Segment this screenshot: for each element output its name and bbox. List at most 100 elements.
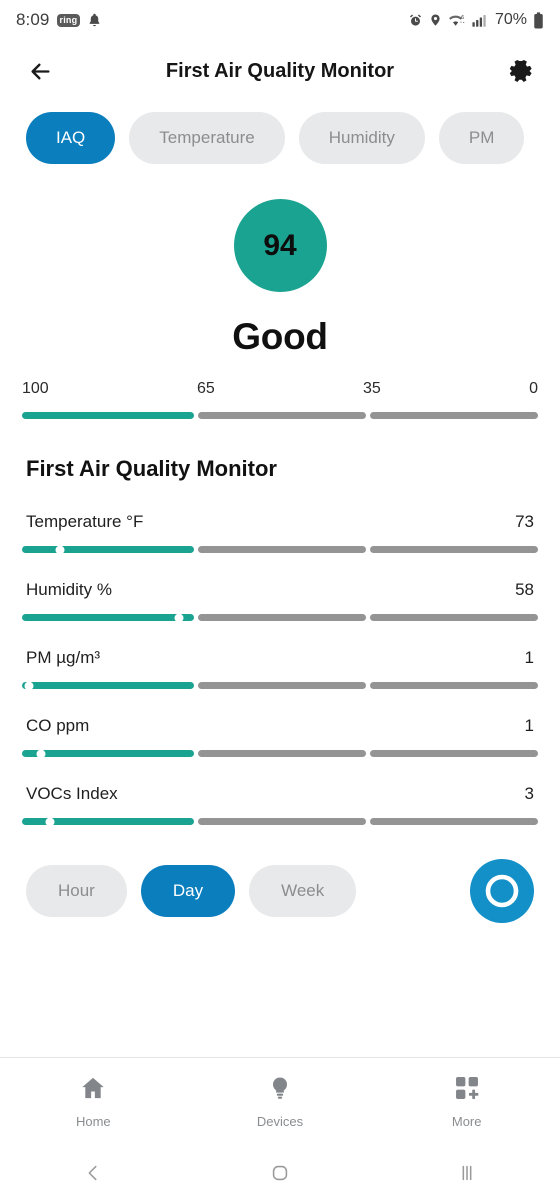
app-bar: First Air Quality Monitor <box>0 40 560 102</box>
score-circle: 94 <box>233 199 327 292</box>
metric-label: Temperature °F <box>26 512 144 531</box>
metric-marker-dot <box>55 545 65 554</box>
nav-label: Devices <box>256 1114 304 1129</box>
bottom-navigation: Home Devices More <box>0 1057 560 1145</box>
metric-value: 58 <box>515 580 534 599</box>
metric-marker-dot <box>36 749 46 758</box>
scale-segment-poor <box>370 412 538 419</box>
metric-track <box>22 545 538 554</box>
iaq-scale: 100 65 35 0 <box>0 380 560 419</box>
status-bar: 8:09 ring 6 70% <box>0 0 560 40</box>
metric-segment-1 <box>22 613 194 622</box>
cellular-signal-icon <box>472 13 488 28</box>
nav-label: Home <box>75 1114 111 1129</box>
back-arrow-icon[interactable] <box>22 53 58 89</box>
scale-segment-good <box>22 412 194 419</box>
metric-segment-1 <box>22 817 194 826</box>
system-recents-icon[interactable] <box>373 1162 560 1184</box>
metric-value: 3 <box>524 784 534 803</box>
metric-row-vocs: VOCs Index 3 <box>22 784 538 826</box>
metric-segment-1 <box>22 749 194 758</box>
metric-marker-dot <box>45 817 55 826</box>
lightbulb-icon <box>266 1074 294 1107</box>
notification-bell-icon <box>87 12 102 28</box>
home-icon <box>79 1074 107 1107</box>
metric-value: 1 <box>524 648 534 667</box>
gear-icon[interactable] <box>502 53 538 89</box>
assistant-bubble-icon[interactable] <box>470 859 534 923</box>
scale-label-2: 35 <box>363 380 381 397</box>
scale-segment-moderate <box>198 412 366 419</box>
metric-segment-2 <box>198 546 366 553</box>
grid-plus-icon <box>453 1074 481 1107</box>
metric-track <box>22 749 538 758</box>
metric-head: Temperature °F 73 <box>22 512 538 532</box>
metric-track <box>22 681 538 690</box>
metric-segment-2 <box>198 614 366 621</box>
metric-segment-3 <box>370 614 538 621</box>
range-button-week[interactable]: Week <box>249 865 357 917</box>
metric-track <box>22 613 538 622</box>
metric-row-temperature: Temperature °F 73 <box>22 512 538 554</box>
metric-track <box>22 817 538 826</box>
nav-item-home[interactable]: Home <box>0 1074 187 1129</box>
scale-label-0: 100 <box>22 380 49 397</box>
alarm-clock-icon <box>408 13 423 28</box>
scale-label-1: 65 <box>196 380 215 397</box>
scale-track <box>22 412 538 419</box>
status-time: 8:09 <box>16 10 50 29</box>
metric-value: 73 <box>515 512 534 531</box>
svg-text:6: 6 <box>461 15 464 21</box>
location-pin-icon <box>429 12 442 28</box>
metric-head: Humidity % 58 <box>22 580 538 600</box>
device-section-title: First Air Quality Monitor <box>26 456 277 481</box>
time-range-selector: Hour Day Week <box>0 859 560 923</box>
metric-marker-dot <box>174 613 184 622</box>
metric-segment-2 <box>198 750 366 757</box>
page-title: First Air Quality Monitor <box>165 59 395 82</box>
tab-pm[interactable]: PM <box>438 112 525 164</box>
metric-list: Temperature °F 73 Humidity % 58 PM µg/m³… <box>0 512 560 826</box>
nav-item-devices[interactable]: Devices <box>187 1074 374 1129</box>
range-button-hour[interactable]: Hour <box>26 865 127 917</box>
metric-row-humidity: Humidity % 58 <box>22 580 538 622</box>
air-quality-score: 94 <box>0 199 560 292</box>
range-button-day[interactable]: Day <box>140 865 236 917</box>
metric-head: PM µg/m³ 1 <box>22 648 538 668</box>
scale-labels: 100 65 35 0 <box>22 380 538 398</box>
system-back-icon[interactable] <box>0 1162 187 1184</box>
system-home-icon[interactable] <box>187 1162 374 1184</box>
score-rating-label: Good <box>232 316 328 357</box>
metric-label: CO ppm <box>26 716 90 735</box>
metric-value: 1 <box>524 716 534 735</box>
wifi-icon: 6 <box>448 13 466 28</box>
nav-label: More <box>451 1114 482 1129</box>
metric-segment-3 <box>370 682 538 689</box>
metric-marker-dot <box>24 681 34 690</box>
metric-segment-3 <box>370 750 538 757</box>
nav-item-more[interactable]: More <box>373 1074 560 1129</box>
metric-segment-2 <box>198 682 366 689</box>
tab-temperature[interactable]: Temperature <box>129 112 285 164</box>
score-value: 94 <box>263 228 297 262</box>
metric-segment-1 <box>22 545 194 554</box>
metric-head: CO ppm 1 <box>22 716 538 736</box>
metric-head: VOCs Index 3 <box>22 784 538 804</box>
metric-label: Humidity % <box>26 580 112 599</box>
metric-label: PM µg/m³ <box>26 648 101 667</box>
metric-tab-bar[interactable]: IAQ Temperature Humidity PM <box>0 110 560 166</box>
metric-row-pm: PM µg/m³ 1 <box>22 648 538 690</box>
tab-iaq[interactable]: IAQ <box>26 112 116 164</box>
metric-row-co: CO ppm 1 <box>22 716 538 758</box>
ring-app-badge-icon: ring <box>56 13 81 27</box>
battery-icon <box>533 11 544 29</box>
status-bar-right: 6 70% <box>408 11 544 29</box>
metric-segment-2 <box>198 818 366 825</box>
tab-humidity[interactable]: Humidity <box>298 112 425 164</box>
status-bar-left: 8:09 ring <box>16 10 102 30</box>
metric-segment-1 <box>22 681 194 690</box>
system-navigation-bar <box>0 1145 560 1200</box>
battery-percentage: 70% <box>494 11 527 28</box>
metric-label: VOCs Index <box>26 784 118 803</box>
scale-label-3: 0 <box>529 380 538 397</box>
